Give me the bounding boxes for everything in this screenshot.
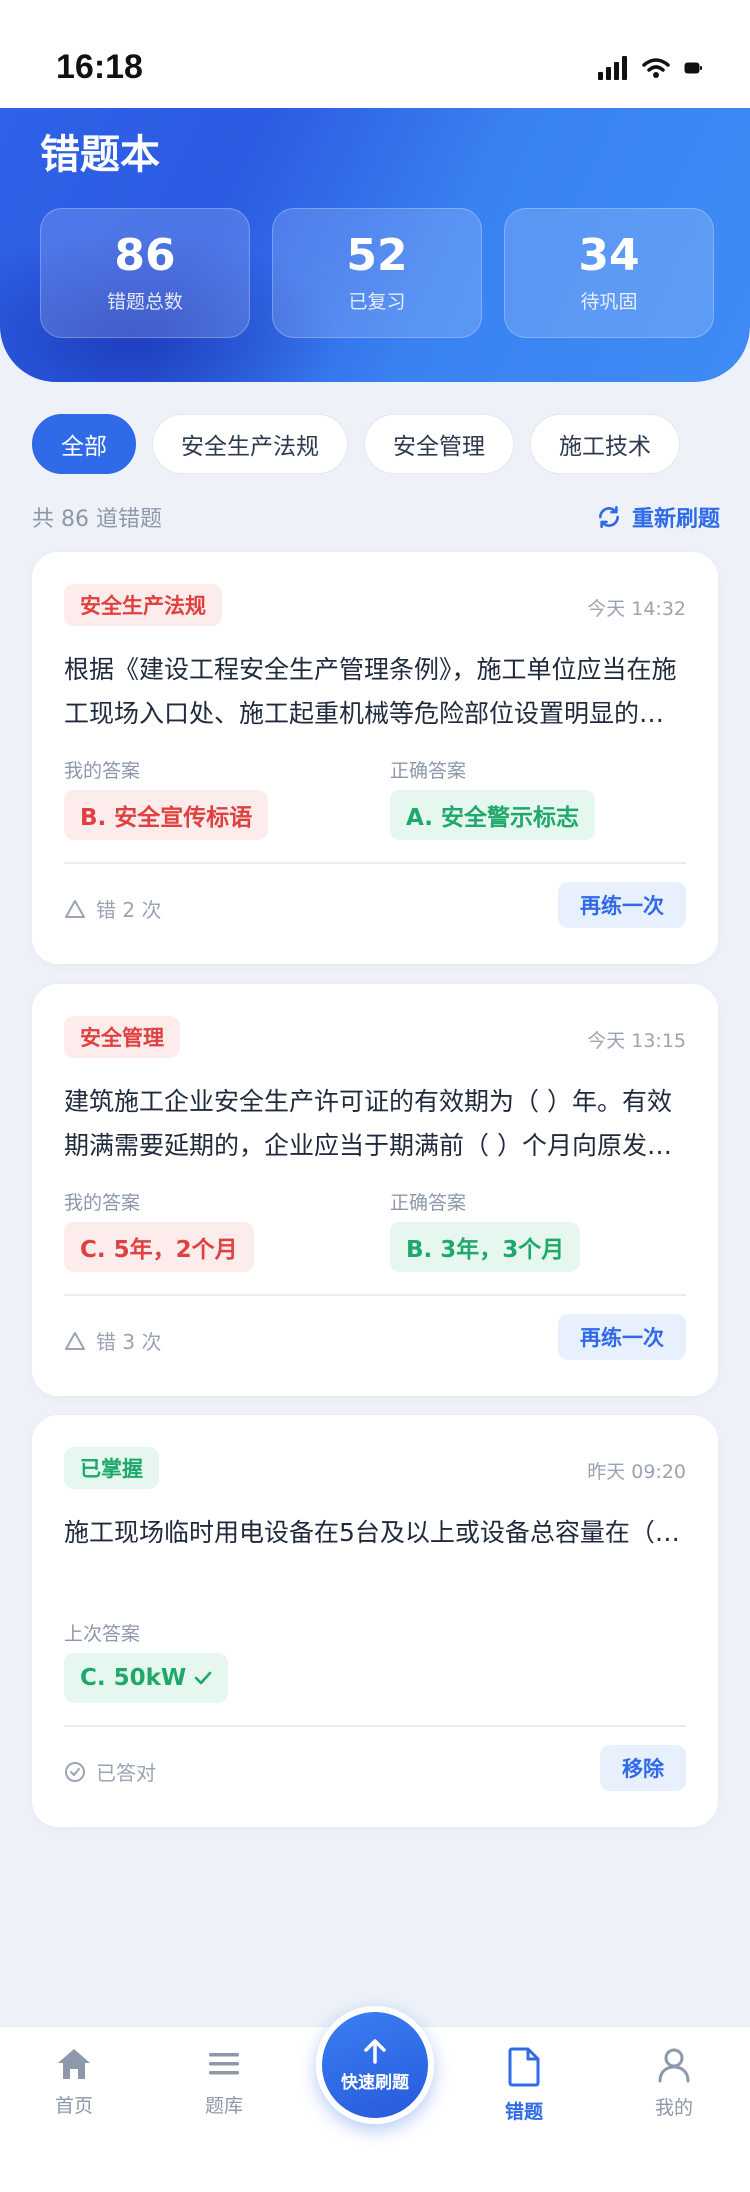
- question-count: 共 86 道错题: [32, 507, 162, 532]
- nav-label: 首页: [54, 2095, 93, 2117]
- tab-construction-tech[interactable]: 施工技术: [530, 414, 680, 474]
- answered-status-text: 已答对: [96, 1761, 156, 1785]
- battery-icon: [684, 62, 702, 74]
- wrong-count: 错 2 次: [64, 894, 161, 923]
- wrong-count-text: 错 2 次: [96, 898, 162, 922]
- refresh-icon: [599, 505, 619, 529]
- user-icon: [658, 2048, 690, 2083]
- stat-card-pending: 34 待巩固: [504, 208, 714, 338]
- tab-safety-management[interactable]: 安全管理: [364, 414, 514, 474]
- mistake-card[interactable]: 安全管理 今天 13:15 建筑施工企业安全生产许可证的有效期为（ ）年。有效期…: [32, 984, 718, 1396]
- card-time: 今天 13:15: [587, 1030, 686, 1052]
- question-text: 根据《建设工程安全生产管理条例》，施工单位应当在施工现场入口处、施工起重机械等危…: [64, 655, 677, 728]
- card-time: 今天 14:32: [587, 598, 686, 620]
- tab-safety-regulations[interactable]: 安全生产法规: [152, 414, 348, 474]
- stat-value: 86: [114, 230, 176, 282]
- last-answer-chip: C. 50kW: [64, 1653, 229, 1703]
- document-icon: [508, 2047, 540, 2087]
- question-text: 建筑施工企业安全生产许可证的有效期为（ ）年。有效期满需要延期的，企业应当于期满…: [64, 1087, 672, 1160]
- retry-button[interactable]: 再练一次: [558, 882, 686, 928]
- correct-answer-chip: B. 3年，3个月: [390, 1222, 581, 1272]
- nav-item-profile[interactable]: 我的: [614, 2047, 734, 2120]
- wifi-icon: [642, 58, 670, 78]
- category-badge: 安全管理: [64, 1016, 180, 1058]
- stat-label: 已复习: [348, 290, 406, 313]
- stat-card-total: 86 错题总数: [40, 208, 250, 338]
- question-text: 施工现场临时用电设备在5台及以上或设备总容量在（ ）及以上者，应编制用电组织设计…: [64, 1518, 686, 1547]
- my-answer-label: 我的答案: [64, 760, 141, 782]
- answered-status: 已答对: [64, 1757, 156, 1786]
- my-answer-chip: B. 安全宣传标语: [64, 790, 269, 840]
- nav-item-question-bank[interactable]: 题库: [164, 2047, 284, 2118]
- last-answer-label: 上次答案: [64, 1623, 141, 1645]
- divider: [64, 1294, 686, 1296]
- correct-answer-label: 正确答案: [390, 760, 467, 782]
- nav-label: 错题: [504, 2101, 543, 2123]
- correct-answer-chip: A. 安全警示标志: [390, 790, 595, 840]
- mastered-card[interactable]: 已掌握 昨天 09:20 施工现场临时用电设备在5台及以上或设备总容量在（ ）及…: [32, 1415, 718, 1827]
- stats-row: 86 错题总数 52 已复习 34 待巩固: [40, 208, 714, 338]
- correct-answer-label: 正确答案: [390, 1192, 467, 1214]
- list-icon: [209, 2053, 239, 2075]
- wrong-count-text: 错 3 次: [96, 1330, 162, 1354]
- card-time: 昨天 09:20: [587, 1461, 686, 1483]
- check-circle-icon: [65, 1761, 85, 1782]
- status-time: 16:18: [56, 48, 143, 86]
- nav-label: 题库: [204, 2095, 243, 2117]
- retry-button[interactable]: 再练一次: [558, 1314, 686, 1360]
- page-title: 错题本: [40, 132, 160, 178]
- last-answer-text: C. 50kW: [80, 1665, 187, 1691]
- mistake-card[interactable]: 安全生产法规 今天 14:32 根据《建设工程安全生产管理条例》，施工单位应当在…: [32, 552, 718, 964]
- check-icon: [194, 1671, 212, 1685]
- divider: [64, 862, 686, 864]
- summary-row: 共 86 道错题 重新刷题: [32, 500, 720, 534]
- signal-icon: [598, 56, 627, 80]
- category-badge: 安全生产法规: [64, 584, 222, 626]
- warning-icon: [65, 1331, 85, 1350]
- quick-practice-button[interactable]: 快速刷题: [316, 2006, 434, 2124]
- filter-tabs: 全部 安全生产法规 安全管理 施工技术: [32, 414, 680, 474]
- stat-value: 52: [346, 230, 408, 282]
- stat-label: 待巩固: [580, 290, 638, 313]
- reset-label: 重新刷题: [631, 507, 720, 532]
- arrow-up-icon: [364, 2038, 386, 2064]
- nav-item-mistakes[interactable]: 错题: [464, 2047, 584, 2124]
- tab-all[interactable]: 全部: [32, 414, 136, 474]
- header-banner: 错题本 86 错题总数 52 已复习 34 待巩固: [0, 108, 750, 382]
- fab-label: 快速刷题: [341, 2072, 409, 2093]
- divider: [64, 1725, 686, 1727]
- warning-icon: [65, 899, 85, 918]
- stat-value: 34: [578, 230, 640, 282]
- stat-card-reviewed: 52 已复习: [272, 208, 482, 338]
- home-icon: [58, 2049, 90, 2079]
- nav-label: 我的: [654, 2097, 693, 2119]
- my-answer-chip: C. 5年，2个月: [64, 1222, 254, 1272]
- nav-item-home[interactable]: 首页: [14, 2047, 134, 2118]
- reset-practice-button[interactable]: 重新刷题: [596, 501, 720, 533]
- stat-label: 错题总数: [106, 290, 183, 313]
- wrong-count: 错 3 次: [64, 1326, 161, 1355]
- status-icons: [598, 56, 702, 80]
- my-answer-label: 我的答案: [64, 1192, 141, 1214]
- mastered-badge: 已掌握: [64, 1447, 159, 1489]
- remove-button[interactable]: 移除: [600, 1745, 686, 1791]
- status-bar: 16:18: [0, 0, 750, 108]
